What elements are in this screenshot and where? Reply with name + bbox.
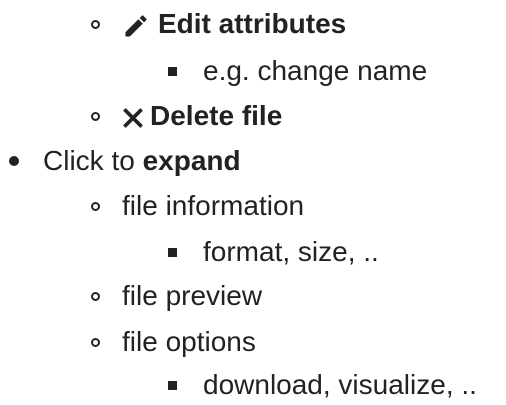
square-bullet [168, 381, 177, 390]
list-item-click-to-expand: Click to expand [0, 141, 506, 181]
square-bullet [168, 67, 177, 76]
list-item-file-preview: file preview [0, 276, 506, 316]
circle-bullet [91, 202, 100, 211]
list-item-file-options: file options [0, 322, 506, 362]
edit-attributes-label: Edit attributes [158, 8, 347, 39]
file-options-label: file options [122, 326, 256, 357]
file-preview-label: file preview [122, 280, 263, 311]
list-item-file-information-detail: format, size, .. [0, 232, 506, 272]
disc-bullet [9, 156, 19, 166]
list-item-file-options-detail: download, visualize, .. [0, 365, 506, 405]
list-item-edit-example: e.g. change name [0, 51, 506, 91]
list-item-file-information: file information [0, 186, 506, 226]
click-to-label: Click to [43, 145, 143, 176]
circle-bullet [91, 292, 100, 301]
edit-example-label: e.g. change name [203, 55, 428, 86]
file-information-label: file information [122, 190, 305, 221]
square-bullet [168, 248, 177, 257]
close-icon [123, 107, 143, 128]
list-item-delete-file: Delete file [0, 96, 506, 136]
circle-bullet [91, 112, 100, 121]
delete-file-label: Delete file [150, 100, 283, 131]
circle-bullet [91, 20, 100, 29]
file-options-detail-label: download, visualize, .. [203, 369, 477, 400]
list-item-edit-attributes: Edit attributes [0, 4, 506, 44]
file-information-detail-label: format, size, .. [203, 236, 379, 267]
pencil-icon [125, 15, 147, 37]
expand-emphasis: expand [142, 145, 241, 176]
circle-bullet [91, 338, 100, 347]
